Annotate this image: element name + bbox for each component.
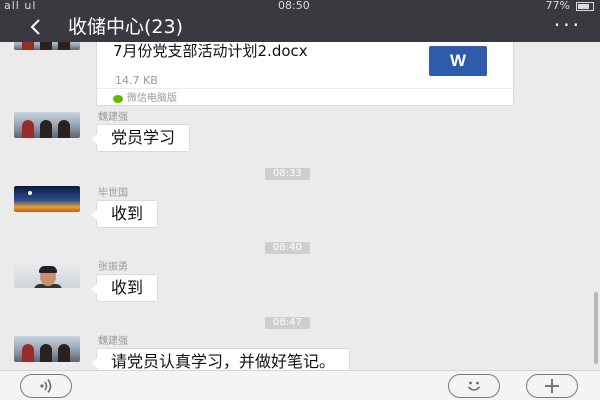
avatar[interactable] bbox=[14, 262, 80, 288]
sender-name: 张振勇 bbox=[98, 262, 128, 273]
message-bubble[interactable]: 党员学习 bbox=[90, 124, 191, 152]
chat-area[interactable]: 7月份党支部活动计划2.docx 14.7 KB W 微信电脑版 魏建强 党员学… bbox=[0, 42, 600, 370]
chat-title: 收储中心(23) bbox=[68, 16, 184, 38]
sender-name: 毕世国 bbox=[98, 188, 128, 199]
message-bubble[interactable]: 收到 bbox=[90, 274, 159, 302]
plus-icon bbox=[545, 379, 559, 393]
sender-name: 魏建强 bbox=[98, 112, 128, 123]
avatar[interactable] bbox=[14, 42, 80, 50]
status-bar: all ul 08:50 77% bbox=[0, 0, 600, 12]
input-bar bbox=[0, 370, 600, 400]
avatar[interactable] bbox=[14, 112, 80, 138]
sender-name: 魏建强 bbox=[98, 336, 128, 347]
voice-icon bbox=[40, 379, 52, 393]
emoji-icon bbox=[467, 381, 481, 391]
avatar[interactable] bbox=[14, 186, 80, 212]
file-size: 14.7 KB bbox=[115, 74, 158, 87]
file-name: 7月份党支部活动计划2.docx bbox=[113, 42, 308, 60]
status-time: 08:50 bbox=[278, 0, 310, 12]
battery-percent: 77% bbox=[545, 0, 570, 12]
scrollbar[interactable] bbox=[594, 292, 598, 364]
divider bbox=[97, 88, 513, 89]
voice-button[interactable] bbox=[20, 374, 72, 398]
timestamp: 08:33 bbox=[265, 168, 310, 180]
plus-button[interactable] bbox=[526, 374, 578, 398]
signal-indicator: all ul bbox=[4, 0, 37, 12]
back-button[interactable] bbox=[20, 12, 50, 42]
chevron-left-icon bbox=[30, 19, 40, 35]
more-icon: ··· bbox=[553, 13, 582, 37]
message-input[interactable] bbox=[88, 374, 434, 398]
message-bubble[interactable]: 收到 bbox=[90, 200, 159, 228]
timestamp: 08:40 bbox=[265, 242, 310, 254]
battery-icon bbox=[576, 1, 594, 11]
chat-header: 收储中心(23) ··· bbox=[0, 12, 600, 42]
timestamp: 08:47 bbox=[265, 317, 310, 329]
file-message[interactable]: 7月份党支部活动计划2.docx 14.7 KB W 微信电脑版 bbox=[96, 42, 514, 106]
avatar[interactable] bbox=[14, 336, 80, 362]
file-source: 微信电脑版 bbox=[127, 93, 177, 104]
message-bubble[interactable]: 请党员认真学习，并做好笔记。 bbox=[90, 348, 351, 370]
emoji-button[interactable] bbox=[448, 374, 500, 398]
wechat-icon bbox=[113, 95, 123, 103]
word-doc-icon: W bbox=[429, 46, 487, 76]
more-button[interactable]: ··· bbox=[554, 12, 582, 38]
